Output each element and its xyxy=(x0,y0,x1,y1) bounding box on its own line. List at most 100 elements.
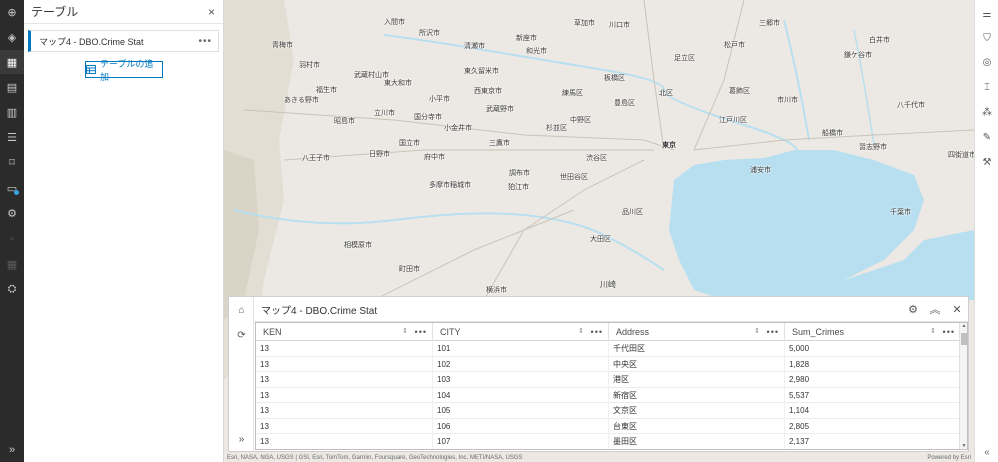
map-label: 足立区 xyxy=(674,55,695,62)
sort-icon[interactable]: ⇕ xyxy=(402,327,408,335)
add-circle-icon[interactable]: ⊕ xyxy=(0,0,24,24)
disabled-icon-2: ▦ xyxy=(6,258,18,271)
data-grid[interactable]: KEN ⇕ ••• CITY ⇕ ••• Address ⇕ ••• Sum_C… xyxy=(255,322,968,450)
map-label: 相模原市 xyxy=(344,242,372,249)
measure-icon[interactable]: ⌶ xyxy=(975,75,998,99)
table-row[interactable]: 13 106 台東区 2,805 xyxy=(256,418,961,434)
sort-icon[interactable]: ⇕ xyxy=(578,327,584,335)
cell: 港区 xyxy=(609,372,785,388)
table-icon xyxy=(86,65,96,74)
expand-icon[interactable]: » xyxy=(0,438,24,462)
cell: 13 xyxy=(256,418,433,434)
map-label: 西東京市 xyxy=(474,88,502,95)
sort-icon[interactable]: ⇕ xyxy=(754,327,760,335)
table-row[interactable]: 13 103 港区 2,980 xyxy=(256,372,961,388)
data-table-icon[interactable]: ▭ xyxy=(0,176,24,200)
sketch-icon[interactable]: ◎ xyxy=(975,50,998,74)
map-label: 白井市 xyxy=(869,37,890,44)
map-label: 町田市 xyxy=(399,266,420,273)
add-table-button[interactable]: テーブルの追加 xyxy=(85,59,163,82)
map-label: 杉並区 xyxy=(546,125,567,132)
map-label: 三郷市 xyxy=(759,20,780,27)
list-icon[interactable]: ☰ xyxy=(0,125,24,149)
powered-by-esri[interactable]: Powered by Esri xyxy=(927,455,971,461)
column-menu-icon[interactable]: ••• xyxy=(767,327,779,337)
map-label: 東京 xyxy=(662,142,676,149)
close-icon[interactable]: × xyxy=(208,5,215,19)
column-label: KEN xyxy=(263,327,282,337)
table-list-item[interactable]: マップ4 - DBO.Crime Stat ••• xyxy=(28,30,219,52)
column-menu-icon[interactable]: ••• xyxy=(943,327,955,337)
table-row[interactable]: 13 105 文京区 1,104 xyxy=(256,403,961,419)
map-label: 調布市 xyxy=(509,170,530,177)
bookmark-icon[interactable]: ⌑ xyxy=(0,150,24,174)
map-label: 稲城市 xyxy=(450,182,471,189)
settings-icon[interactable]: ⚙ xyxy=(0,201,24,225)
column-header-address[interactable]: Address ⇕ ••• xyxy=(609,323,785,341)
column-label: Address xyxy=(616,327,650,337)
map-label: 新座市 xyxy=(516,35,537,42)
minimize-icon[interactable]: ︽ xyxy=(924,301,946,317)
collapse-icon[interactable]: « xyxy=(975,447,998,458)
map-label: あきる野市 xyxy=(284,97,319,104)
map-label: 東大和市 xyxy=(384,80,412,87)
cell: 102 xyxy=(433,356,609,372)
analysis-icon[interactable]: ✎ xyxy=(975,125,998,149)
vertical-scrollbar[interactable]: ▲ ▼ xyxy=(959,323,967,449)
map-label: 府中市 xyxy=(424,154,445,161)
chart-icon[interactable]: ▥ xyxy=(0,100,24,124)
filter-icon[interactable]: ⛉ xyxy=(975,26,998,50)
cell: 103 xyxy=(433,372,609,388)
cell: 2,980 xyxy=(785,372,961,388)
settings-icon[interactable]: ⚙ xyxy=(902,303,924,316)
table-row[interactable]: 13 104 新宿区 5,537 xyxy=(256,387,961,403)
scroll-down-icon[interactable]: ▼ xyxy=(960,443,967,449)
map-label: 中野区 xyxy=(570,117,591,124)
more-options-icon[interactable]: ••• xyxy=(198,36,212,47)
map-label: 江戸川区 xyxy=(719,117,747,124)
cell: 13 xyxy=(256,372,433,388)
dashboard-icon[interactable]: ▤ xyxy=(0,75,24,99)
panel-header: テーブル × xyxy=(24,0,223,24)
map-label: 草加市 xyxy=(574,20,595,27)
home-icon[interactable]: ⌂ xyxy=(229,298,254,322)
column-header-city[interactable]: CITY ⇕ ••• xyxy=(433,323,609,341)
cell: 13 xyxy=(256,356,433,372)
table-row[interactable]: 13 107 墨田区 2,137 xyxy=(256,434,961,449)
sliders-icon[interactable]: ⚌ xyxy=(975,2,998,26)
column-header-ken[interactable]: KEN ⇕ ••• xyxy=(256,323,433,341)
expand-icon[interactable]: » xyxy=(229,427,254,451)
sort-icon[interactable]: ⇕ xyxy=(930,327,936,335)
map-label: 市川市 xyxy=(777,97,798,104)
column-menu-icon[interactable]: ••• xyxy=(591,327,603,337)
disabled-icon-1: ▫ xyxy=(10,233,14,245)
cell: 5,537 xyxy=(785,387,961,403)
map-label: 豊島区 xyxy=(614,100,635,107)
attribute-table-title: マップ4 - DBO.Crime Stat xyxy=(261,305,378,317)
cell: 1,104 xyxy=(785,403,961,419)
column-menu-icon[interactable]: ••• xyxy=(415,327,427,337)
scroll-thumb[interactable] xyxy=(961,333,967,345)
close-icon[interactable]: ✕ xyxy=(946,303,968,316)
refresh-icon[interactable]: ⟳ xyxy=(229,323,254,347)
wrench-icon[interactable]: ⚒ xyxy=(975,150,998,174)
map-label: 日野市 xyxy=(369,151,390,158)
table-icon[interactable]: ▦ xyxy=(0,50,24,74)
map-label: 狛江市 xyxy=(508,184,529,191)
clusters-icon[interactable]: ⁂ xyxy=(975,100,998,124)
map-label: 大田区 xyxy=(590,236,611,243)
layers-icon[interactable]: ◈ xyxy=(0,25,24,49)
cell: 1,828 xyxy=(785,356,961,372)
map-label: 横浜市 xyxy=(486,287,507,294)
scroll-up-icon[interactable]: ▲ xyxy=(960,323,967,329)
table-row[interactable]: 13 102 中央区 1,828 xyxy=(256,356,961,372)
column-header-sum-crimes[interactable]: Sum_Crimes ⇕ ••• xyxy=(785,323,961,341)
notification-dot xyxy=(14,190,19,195)
cell: 墨田区 xyxy=(609,434,785,449)
map-attribution[interactable]: Esri, NASA, NGA, USGS | GSI, Esri, TomTo… xyxy=(227,455,523,461)
map-label: 三鷹市 xyxy=(489,140,510,147)
map-label: 八王子市 xyxy=(302,155,330,162)
cell: 13 xyxy=(256,434,433,449)
table-row[interactable]: 13 101 千代田区 5,000 xyxy=(256,341,961,357)
map-tools-icon[interactable]: ⛭ xyxy=(0,277,24,301)
